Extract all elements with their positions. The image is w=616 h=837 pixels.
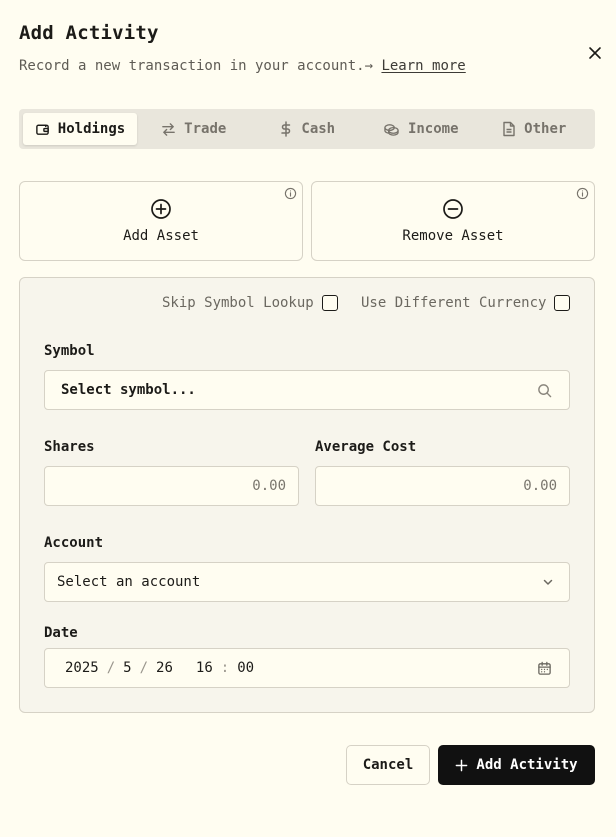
subtitle-text: Record a new transaction in your account… <box>19 58 365 74</box>
date-label: Date <box>44 625 78 641</box>
skip-symbol-lookup-checkbox[interactable] <box>321 295 338 311</box>
symbol-select[interactable]: Select symbol... <box>44 370 570 410</box>
tab-label: Other <box>524 121 567 137</box>
time-separator: : <box>220 660 230 676</box>
use-different-currency-label: Use Different Currency <box>361 295 547 311</box>
tab-label: Trade <box>184 121 227 137</box>
use-different-currency-option: Use Different Currency <box>361 295 571 311</box>
dialog-subtitle: Record a new transaction in your account… <box>19 58 466 74</box>
activity-type-tabs: Holdings Trade Cash Income Other <box>19 109 595 149</box>
date-separator: / <box>139 660 149 676</box>
remove-asset-label: Remove Asset <box>402 228 504 244</box>
add-activity-button[interactable]: Add Activity <box>438 745 595 785</box>
dialog-title: Add Activity <box>19 22 159 44</box>
learn-more-link[interactable]: Learn more <box>381 58 465 74</box>
swap-arrows-icon <box>162 122 175 136</box>
info-icon <box>284 187 297 200</box>
use-different-currency-checkbox[interactable] <box>554 295 571 311</box>
arrow-icon: → <box>364 58 374 74</box>
file-icon <box>503 121 515 137</box>
account-select[interactable]: Select an account <box>44 562 570 602</box>
date-year[interactable]: 2025 <box>65 660 99 676</box>
date-month[interactable]: 5 <box>123 660 131 676</box>
chevron-down-icon <box>543 579 553 585</box>
date-separator: / <box>106 660 116 676</box>
plus-icon <box>456 759 468 771</box>
tab-income[interactable]: Income <box>364 113 478 145</box>
shares-input[interactable] <box>45 478 298 494</box>
close-icon <box>589 47 601 59</box>
account-placeholder: Select an account <box>57 574 201 590</box>
tab-label: Holdings <box>57 121 126 137</box>
date-value: 2025 / 5 / 26 16:00 <box>65 660 537 676</box>
account-label: Account <box>44 535 104 551</box>
skip-symbol-lookup-label: Skip Symbol Lookup <box>162 295 314 311</box>
shares-field <box>44 466 299 506</box>
date-day[interactable]: 26 <box>156 660 173 676</box>
search-icon <box>538 383 552 397</box>
close-button[interactable] <box>584 42 606 64</box>
calendar-icon[interactable] <box>537 661 552 676</box>
add-activity-label: Add Activity <box>476 757 578 773</box>
shares-label: Shares <box>44 439 95 455</box>
info-icon <box>576 187 589 200</box>
date-field[interactable]: 2025 / 5 / 26 16:00 <box>44 648 570 688</box>
tab-cash[interactable]: Cash <box>251 113 365 145</box>
cancel-button[interactable]: Cancel <box>346 745 430 785</box>
symbol-placeholder: Select symbol... <box>61 382 196 398</box>
skip-symbol-lookup-option: Skip Symbol Lookup <box>162 295 338 311</box>
average-cost-field <box>315 466 570 506</box>
remove-asset-card[interactable]: Remove Asset <box>311 181 595 261</box>
average-cost-label: Average Cost <box>315 439 417 455</box>
symbol-label: Symbol <box>44 343 95 359</box>
coins-icon <box>384 123 399 136</box>
dollar-icon <box>281 121 291 137</box>
add-asset-card[interactable]: Add Asset <box>19 181 303 261</box>
tab-label: Cash <box>301 121 336 137</box>
tab-holdings[interactable]: Holdings <box>23 113 137 145</box>
plus-circle-icon <box>151 199 171 219</box>
tab-trade[interactable]: Trade <box>137 113 251 145</box>
date-minute[interactable]: 00 <box>237 660 254 676</box>
tab-label: Income <box>407 121 459 137</box>
tab-other[interactable]: Other <box>478 113 592 145</box>
date-hour[interactable]: 16 <box>196 660 213 676</box>
wallet-icon <box>35 124 49 135</box>
add-asset-label: Add Asset <box>123 228 199 244</box>
minus-circle-icon <box>443 199 463 219</box>
average-cost-input[interactable] <box>316 478 569 494</box>
